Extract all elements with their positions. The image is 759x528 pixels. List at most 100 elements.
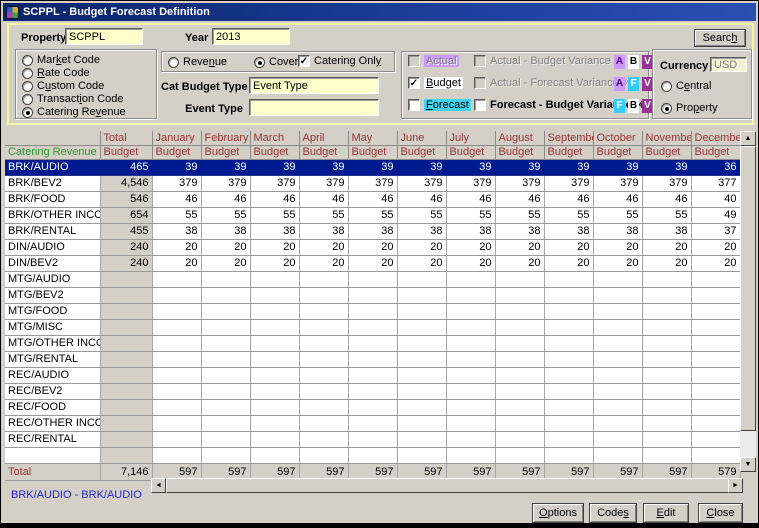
month-budget-cell[interactable] — [446, 367, 495, 383]
month-budget-cell[interactable] — [201, 383, 250, 399]
month-budget-cell[interactable]: 55 — [299, 207, 348, 223]
month-budget-cell[interactable] — [691, 383, 740, 399]
month-budget-cell[interactable]: 38 — [397, 223, 446, 239]
month-budget-cell[interactable]: 20 — [593, 255, 642, 271]
month-budget-cell[interactable] — [348, 335, 397, 351]
month-budget-cell[interactable]: 38 — [152, 223, 201, 239]
month-budget-cell[interactable]: 20 — [495, 239, 544, 255]
row-label-cell[interactable]: BRK/BEV2 — [5, 175, 100, 191]
grid-row[interactable]: MTG/OTHER INCOME — [5, 335, 740, 351]
month-budget-cell[interactable]: 379 — [299, 175, 348, 191]
grid-row[interactable] — [5, 447, 740, 463]
month-budget-cell[interactable] — [691, 303, 740, 319]
month-budget-cell[interactable] — [642, 303, 691, 319]
month-budget-cell[interactable] — [544, 303, 593, 319]
month-budget-cell[interactable] — [201, 351, 250, 367]
month-budget-cell[interactable]: 379 — [348, 175, 397, 191]
month-budget-cell[interactable] — [152, 271, 201, 287]
month-budget-cell[interactable] — [250, 383, 299, 399]
month-budget-cell[interactable]: 55 — [593, 207, 642, 223]
month-budget-cell[interactable] — [446, 415, 495, 431]
month-budget-cell[interactable] — [642, 431, 691, 447]
month-budget-cell[interactable] — [348, 367, 397, 383]
row-label-cell[interactable]: MTG/RENTAL — [5, 351, 100, 367]
grid-row[interactable]: BRK/RENTAL455383838383838383838383837 — [5, 223, 740, 239]
month-budget-cell[interactable]: 46 — [593, 191, 642, 207]
month-budget-cell[interactable] — [446, 319, 495, 335]
month-budget-cell[interactable] — [299, 399, 348, 415]
scroll-up-button[interactable]: ▲ — [740, 131, 756, 146]
month-budget-cell[interactable] — [201, 447, 250, 463]
row-label-cell[interactable]: BRK/AUDIO — [5, 159, 100, 175]
month-budget-cell[interactable] — [691, 335, 740, 351]
month-budget-cell[interactable]: 20 — [544, 255, 593, 271]
month-budget-cell[interactable] — [397, 303, 446, 319]
month-budget-cell[interactable]: 46 — [299, 191, 348, 207]
month-budget-cell[interactable] — [495, 399, 544, 415]
cat-budget-type-dropdown[interactable]: Event Type ▼ — [249, 77, 379, 94]
horizontal-scroll-thumb[interactable] — [166, 478, 729, 493]
month-budget-cell[interactable]: 20 — [250, 255, 299, 271]
month-budget-cell[interactable]: 55 — [446, 207, 495, 223]
vertical-scroll-thumb[interactable] — [740, 146, 756, 431]
search-button[interactable]: Search — [694, 29, 746, 47]
month-budget-cell[interactable]: 55 — [348, 207, 397, 223]
grid-row[interactable]: DIN/BEV2240202020202020202020202020 — [5, 255, 740, 271]
grid-row[interactable]: BRK/OTHER INCOME654555555555555555555555… — [5, 207, 740, 223]
month-budget-cell[interactable] — [446, 303, 495, 319]
month-budget-cell[interactable]: 55 — [642, 207, 691, 223]
month-budget-cell[interactable]: 20 — [544, 239, 593, 255]
month-budget-cell[interactable]: 379 — [446, 175, 495, 191]
code-type-radio-custom-code[interactable]: Custom Code — [22, 80, 104, 92]
month-budget-cell[interactable]: 379 — [250, 175, 299, 191]
grid-row[interactable]: DIN/AUDIO240202020202020202020202020 — [5, 239, 740, 255]
month-budget-cell[interactable] — [691, 447, 740, 463]
month-budget-cell[interactable] — [593, 303, 642, 319]
month-budget-cell[interactable] — [544, 399, 593, 415]
month-budget-cell[interactable]: 38 — [593, 223, 642, 239]
month-budget-cell[interactable] — [348, 415, 397, 431]
month-budget-cell[interactable]: 377 — [691, 175, 740, 191]
month-budget-cell[interactable] — [593, 351, 642, 367]
month-budget-cell[interactable] — [201, 415, 250, 431]
month-budget-cell[interactable]: 38 — [250, 223, 299, 239]
month-budget-cell[interactable] — [299, 271, 348, 287]
month-budget-cell[interactable] — [152, 431, 201, 447]
total-cell[interactable] — [100, 287, 152, 303]
month-budget-cell[interactable] — [299, 287, 348, 303]
month-budget-cell[interactable] — [397, 287, 446, 303]
month-budget-cell[interactable] — [691, 367, 740, 383]
month-budget-cell[interactable] — [593, 367, 642, 383]
month-budget-cell[interactable] — [495, 447, 544, 463]
grid-row[interactable]: MTG/RENTAL — [5, 351, 740, 367]
month-budget-cell[interactable]: 20 — [397, 255, 446, 271]
month-budget-cell[interactable] — [691, 351, 740, 367]
total-cell[interactable]: 4,546 — [100, 175, 152, 191]
row-label-cell[interactable]: DIN/AUDIO — [5, 239, 100, 255]
row-label-cell[interactable]: MTG/AUDIO — [5, 271, 100, 287]
month-budget-cell[interactable] — [397, 431, 446, 447]
month-budget-cell[interactable] — [642, 271, 691, 287]
month-budget-cell[interactable] — [348, 447, 397, 463]
month-budget-cell[interactable] — [691, 271, 740, 287]
month-budget-cell[interactable]: 39 — [544, 159, 593, 175]
month-budget-cell[interactable] — [544, 415, 593, 431]
month-budget-cell[interactable]: 55 — [152, 207, 201, 223]
month-budget-cell[interactable] — [201, 431, 250, 447]
month-budget-cell[interactable] — [495, 303, 544, 319]
month-budget-cell[interactable] — [642, 367, 691, 383]
total-cell[interactable] — [100, 383, 152, 399]
code-type-radio-transaction-code[interactable]: Transaction Code — [22, 93, 123, 105]
month-budget-cell[interactable] — [152, 399, 201, 415]
month-budget-cell[interactable] — [397, 367, 446, 383]
month-budget-cell[interactable] — [593, 415, 642, 431]
month-budget-cell[interactable]: 46 — [397, 191, 446, 207]
month-budget-cell[interactable] — [397, 271, 446, 287]
month-budget-cell[interactable] — [446, 399, 495, 415]
month-budget-cell[interactable]: 55 — [250, 207, 299, 223]
month-budget-cell[interactable]: 379 — [201, 175, 250, 191]
month-budget-cell[interactable] — [299, 367, 348, 383]
month-budget-cell[interactable] — [446, 271, 495, 287]
month-budget-cell[interactable] — [299, 383, 348, 399]
month-budget-cell[interactable] — [348, 383, 397, 399]
